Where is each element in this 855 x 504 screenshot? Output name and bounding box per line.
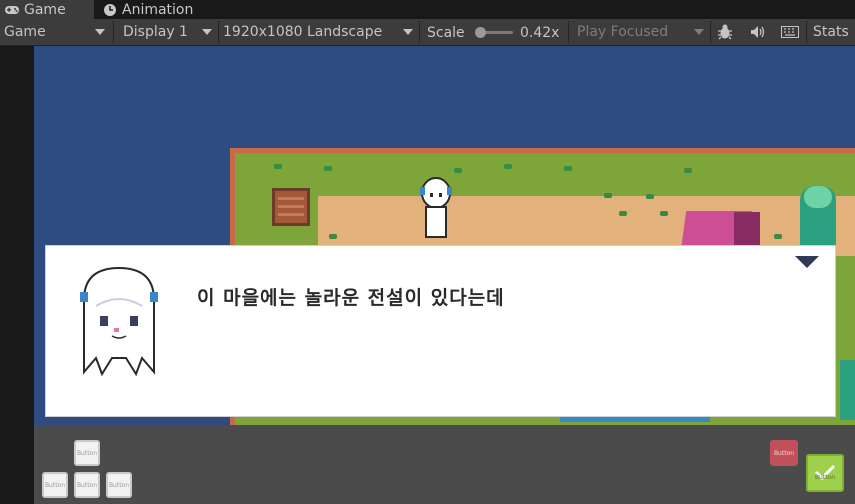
- player-sprite: [420, 177, 452, 238]
- resolution-dropdown[interactable]: 1920x1080 Landscape: [223, 19, 382, 45]
- tab-game-label: Game: [24, 1, 66, 18]
- tab-game[interactable]: Game: [0, 0, 94, 19]
- dpad-down-label: Button: [76, 481, 98, 489]
- scale-label: Scale: [427, 25, 465, 41]
- speaker-icon[interactable]: [750, 19, 766, 45]
- tab-animation-label: Animation: [122, 1, 194, 18]
- wooden-crate: [272, 188, 310, 226]
- editor-tab-bar: Game Animation: [0, 0, 855, 19]
- left-panel-gutter: [0, 46, 34, 504]
- dpad-left-button[interactable]: Button: [42, 472, 68, 498]
- stats-label: Stats: [813, 24, 849, 40]
- bug-icon[interactable]: [716, 19, 734, 45]
- tab-animation[interactable]: Animation: [100, 0, 212, 19]
- dialog-text: 이 마을에는 놀라운 전설이 있다는데: [197, 287, 505, 309]
- chevron-down-icon: [95, 29, 105, 35]
- tree-top: [804, 186, 832, 208]
- cancel-button[interactable]: Button: [770, 440, 798, 466]
- dpad-up-label: Button: [76, 449, 98, 457]
- chevron-down-icon: [403, 29, 413, 35]
- chevron-down-icon: [694, 29, 704, 35]
- dpad-down-button[interactable]: Button: [74, 472, 100, 498]
- confirm-button[interactable]: Button: [806, 454, 844, 492]
- play-mode-label: Play Focused: [577, 24, 669, 40]
- game-view-dropdown[interactable]: Game: [4, 19, 46, 45]
- scale-slider-handle[interactable]: [475, 27, 486, 38]
- confirm-label: Button: [814, 473, 836, 481]
- clock-icon: [102, 2, 118, 18]
- stats-button[interactable]: Stats: [813, 19, 849, 45]
- play-mode-dropdown[interactable]: Play Focused: [577, 19, 668, 45]
- keyboard-icon[interactable]: [781, 19, 799, 45]
- display-dropdown[interactable]: Display 1: [123, 19, 188, 45]
- dpad-right-label: Button: [108, 481, 130, 489]
- character-portrait: [80, 266, 158, 377]
- dpad-right-button[interactable]: Button: [106, 472, 132, 498]
- gamepad-icon: [4, 2, 20, 18]
- chevron-down-icon: [202, 29, 212, 35]
- dpad-left-label: Button: [44, 481, 66, 489]
- dpad-up-button[interactable]: Button: [74, 440, 100, 466]
- resolution-label: 1920x1080 Landscape: [223, 24, 383, 40]
- scale-value: 0.42x: [520, 25, 560, 41]
- game-view-label: Game: [4, 24, 46, 40]
- cancel-label: Button: [773, 449, 795, 457]
- touch-controls-panel: [34, 425, 855, 504]
- tree-trunk-lower: [840, 360, 855, 420]
- display-label: Display 1: [123, 24, 188, 40]
- dialog-box[interactable]: [45, 245, 836, 417]
- dialog-next-arrow-icon[interactable]: [795, 256, 819, 268]
